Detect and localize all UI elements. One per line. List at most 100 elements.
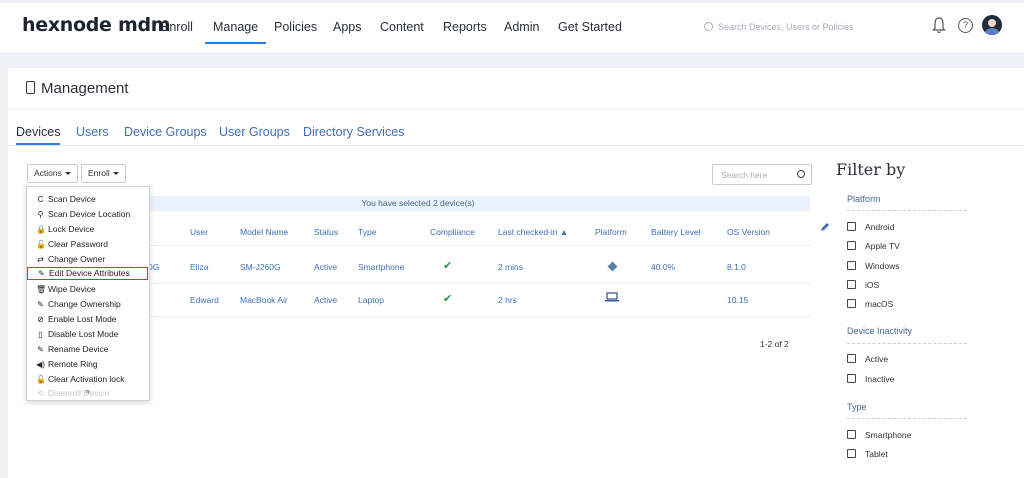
- compliant-check-icon: ✔: [443, 293, 453, 305]
- column-header-type[interactable]: Type: [358, 227, 376, 237]
- filter-section-platform: Platform: [847, 194, 881, 204]
- disenroll-icon: ⟲: [37, 389, 44, 398]
- menu-item-scan-device[interactable]: C Scan Device: [36, 194, 96, 204]
- divider: [847, 418, 967, 419]
- menu-item-edit-device-attributes[interactable]: ✎ Edit Device Attributes: [27, 267, 148, 280]
- tab-users[interactable]: Users: [76, 125, 109, 139]
- lost-mode-icon: ⊘: [37, 315, 44, 324]
- edit-pencil-icon[interactable]: [820, 222, 830, 232]
- help-icon[interactable]: ?: [958, 18, 973, 33]
- device-search-input[interactable]: Search here: [712, 164, 812, 185]
- nav-content[interactable]: Content: [380, 20, 424, 34]
- tab-directory-services[interactable]: Directory Services: [303, 125, 404, 139]
- hexnode-logo[interactable]: hexnode mdm: [22, 14, 171, 36]
- menu-item-disable-lost-mode[interactable]: ▯ Disable Lost Mode: [36, 329, 118, 339]
- caret-down-icon: [64, 172, 71, 175]
- nav-manage[interactable]: Manage: [204, 20, 267, 44]
- global-search-input[interactable]: Search Devices, Users or Policies: [704, 21, 854, 32]
- checkbox[interactable]: [847, 261, 856, 270]
- column-header-battery[interactable]: Battery Level: [651, 227, 701, 237]
- column-header-compliance[interactable]: Compliance: [430, 227, 475, 237]
- menu-item-rename-device[interactable]: ✎ Rename Device: [36, 344, 108, 354]
- top-navigation: hexnode mdm Enroll Manage Policies Apps …: [0, 0, 1024, 54]
- bell-icon[interactable]: [932, 17, 946, 34]
- os-version-cell: 10.15: [727, 295, 749, 305]
- nav-policies[interactable]: Policies: [274, 20, 317, 34]
- swap-icon: ⇄: [37, 255, 44, 264]
- trash-icon: 🗑: [36, 285, 47, 294]
- checkbox[interactable]: [847, 280, 856, 289]
- pencil-icon: ✎: [37, 300, 44, 309]
- filter-option-windows[interactable]: Windows: [847, 260, 899, 271]
- filter-option-tablet[interactable]: Tablet: [847, 448, 888, 459]
- menu-item-wipe-device[interactable]: 🗑 Wipe Device: [36, 284, 96, 294]
- menu-item-scan-location[interactable]: ⚲ Scan Device Location: [36, 209, 131, 219]
- divider: [847, 343, 967, 344]
- os-version-cell: 8.1.0: [727, 262, 746, 272]
- menu-item-change-owner[interactable]: ⇄ Change Owner: [36, 254, 105, 264]
- nav-apps[interactable]: Apps: [333, 20, 362, 34]
- filter-option-android[interactable]: Android: [847, 221, 894, 232]
- speaker-icon: ◀): [36, 360, 45, 369]
- divider: [8, 108, 1024, 109]
- scroll-down-chevron-icon[interactable]: »: [85, 386, 90, 396]
- column-header-last-checked[interactable]: Last checked-in ▲: [498, 227, 568, 237]
- checkbox[interactable]: [847, 241, 856, 250]
- pencil-icon: ✎: [38, 269, 45, 278]
- management-panel: Management Devices Users Device Groups U…: [8, 68, 1024, 478]
- phone-icon: [26, 81, 35, 94]
- tab-device-groups[interactable]: Device Groups: [124, 125, 207, 139]
- filter-section-device-inactivity: Device Inactivity: [847, 326, 913, 336]
- nav-reports[interactable]: Reports: [443, 20, 487, 34]
- menu-item-clear-password[interactable]: 🔓 Clear Password: [36, 239, 108, 249]
- avatar[interactable]: [982, 15, 1002, 35]
- menu-item-lock-device[interactable]: 🔒 Lock Device: [36, 224, 94, 234]
- checkbox[interactable]: [847, 354, 856, 363]
- checkbox[interactable]: [847, 449, 856, 458]
- menu-item-remote-ring[interactable]: ◀) Remote Ring: [36, 359, 98, 369]
- user-link[interactable]: Edward: [190, 295, 219, 305]
- column-header-os[interactable]: OS Version: [727, 227, 770, 237]
- filter-option-macos[interactable]: macOS: [847, 298, 893, 309]
- column-header-model[interactable]: Model Name: [240, 227, 288, 237]
- checkbox[interactable]: [847, 222, 856, 231]
- nav-enroll[interactable]: Enroll: [161, 20, 193, 34]
- filter-option-ios[interactable]: iOS: [847, 279, 879, 290]
- column-header-user[interactable]: User: [190, 227, 208, 237]
- menu-item-disenroll-device[interactable]: ⟲ Disenroll Device: [36, 388, 109, 398]
- menu-item-clear-activation-lock[interactable]: 🔓 Clear Activation lock: [36, 374, 125, 384]
- pencil-icon: ✎: [37, 345, 44, 354]
- filter-option-active[interactable]: Active: [847, 353, 888, 364]
- column-header-platform[interactable]: Platform: [595, 227, 627, 237]
- actions-dropdown-menu: C Scan Device ⚲ Scan Device Location 🔒 Lock…: [26, 186, 150, 401]
- user-link[interactable]: Eliza: [190, 262, 208, 272]
- nav-get-started[interactable]: Get Started: [558, 20, 622, 34]
- filter-option-apple-tv[interactable]: Apple TV: [847, 240, 900, 251]
- filter-option-smartphone[interactable]: Smartphone: [847, 429, 911, 440]
- page-title: Management: [26, 80, 129, 97]
- column-header-status[interactable]: Status: [314, 227, 338, 237]
- filter-title: Filter by: [836, 160, 906, 179]
- tab-devices[interactable]: Devices: [16, 125, 61, 145]
- status-cell: Active: [314, 295, 338, 305]
- menu-item-change-ownership[interactable]: ✎ Change Ownership: [36, 299, 121, 309]
- checkbox[interactable]: [847, 299, 856, 308]
- phone-icon: ▯: [38, 330, 43, 339]
- checkbox[interactable]: [847, 430, 856, 439]
- caret-down-icon: [112, 172, 119, 175]
- filter-option-inactive[interactable]: Inactive: [847, 373, 894, 384]
- divider: [847, 210, 967, 211]
- actions-button[interactable]: Actions: [27, 164, 78, 183]
- nav-admin[interactable]: Admin: [504, 20, 539, 34]
- search-icon: [704, 22, 713, 31]
- laptop-icon: [605, 292, 619, 302]
- menu-item-enable-lost-mode[interactable]: ⊘ Enable Lost Mode: [36, 314, 116, 324]
- compliant-check-icon: ✔: [443, 260, 453, 272]
- model-cell: SM-J260G: [240, 262, 281, 272]
- refresh-icon: C: [37, 195, 44, 204]
- enroll-button[interactable]: Enroll: [81, 164, 126, 183]
- divider: [8, 145, 1024, 146]
- tab-user-groups[interactable]: User Groups: [219, 125, 290, 139]
- checkbox[interactable]: [847, 374, 856, 383]
- pagination-info: 1-2 of 2: [760, 339, 789, 349]
